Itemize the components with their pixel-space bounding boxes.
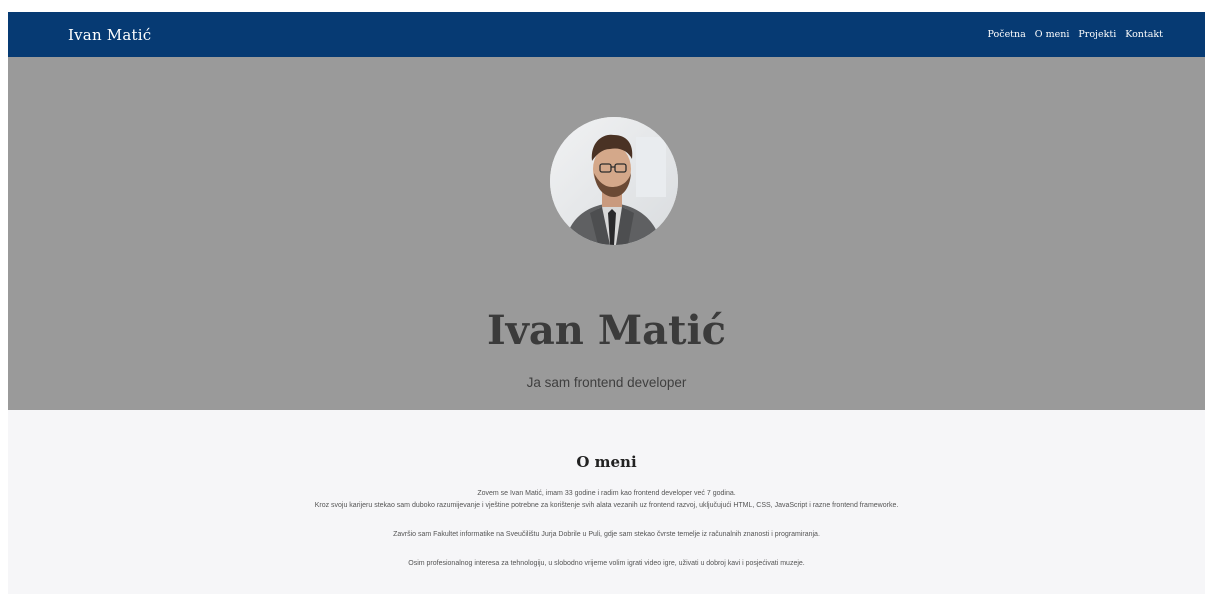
about-paragraph-2: Kroz svoju karijeru stekao sam duboko ra… — [314, 502, 899, 509]
nav-link-pocetna[interactable]: Početna — [988, 29, 1026, 40]
hero-title: Ivan Matić — [486, 307, 727, 354]
hero-subtitle: Ja sam frontend developer — [526, 375, 687, 390]
avatar — [550, 117, 678, 245]
about-paragraph-1: Zovem se Ivan Matić, imam 33 godine i ra… — [477, 490, 736, 497]
nav-link-o-meni[interactable]: O meni — [1035, 29, 1070, 40]
hero-section: Ivan Matić Ja sam frontend developer — [8, 57, 1205, 410]
about-paragraph-3: Završio sam Fakultet informatike na Sveu… — [393, 531, 820, 538]
brand-name[interactable]: Ivan Matić — [68, 26, 151, 44]
nav-link-kontakt[interactable]: Kontakt — [1125, 29, 1163, 40]
navbar: Ivan Matić Početna O meni Projekti Konta… — [8, 12, 1205, 57]
nav-links: Početna O meni Projekti Kontakt — [988, 29, 1163, 40]
nav-link-projekti[interactable]: Projekti — [1078, 29, 1116, 40]
about-title: O meni — [576, 453, 637, 471]
avatar-photo — [550, 117, 678, 245]
about-paragraph-4: Osim profesionalnog interesa za tehnolog… — [408, 560, 805, 567]
about-section: O meni Zovem se Ivan Matić, imam 33 godi… — [8, 410, 1205, 570]
page: Ivan Matić Početna O meni Projekti Konta… — [8, 12, 1205, 594]
